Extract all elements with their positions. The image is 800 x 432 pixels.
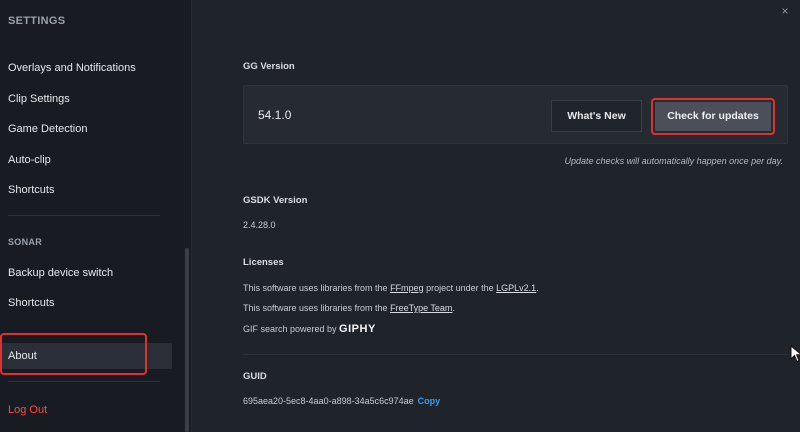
giphy-logo: GIPHY	[339, 323, 376, 335]
license-text: This software uses libraries from the	[243, 303, 391, 313]
update-note: Update checks will automatically happen …	[564, 156, 783, 166]
settings-sidebar: SETTINGS Overlays and Notifications Clip…	[0, 0, 192, 432]
license-text: .	[536, 283, 539, 293]
section-divider	[243, 354, 788, 355]
sidebar-item-game-detection[interactable]: Game Detection	[0, 116, 172, 142]
sidebar-item-backup-device-switch[interactable]: Backup device switch	[0, 260, 172, 286]
ffmpeg-link[interactable]: FFmpeg	[390, 283, 424, 293]
sidebar-item-about[interactable]: About	[0, 343, 172, 369]
lgpl-link[interactable]: LGPLv2.1	[496, 283, 536, 293]
sidebar-item-auto-clip[interactable]: Auto-clip	[0, 147, 172, 173]
sidebar-divider	[8, 381, 160, 382]
sidebar-item-sonar-shortcuts[interactable]: Shortcuts	[0, 290, 172, 316]
check-updates-highlight: Check for updates	[651, 98, 775, 135]
gg-version-card: 54.1.0 What's New Check for updates	[243, 85, 788, 144]
license-line-ffmpeg: This software uses libraries from the FF…	[243, 283, 539, 293]
gsdk-version-title: GSDK Version	[243, 195, 308, 206]
sidebar-scroll-area: SETTINGS Overlays and Notifications Clip…	[0, 0, 182, 432]
logout-button[interactable]: Log Out	[0, 397, 172, 423]
license-line-giphy: GIF search powered by GIPHY	[243, 323, 376, 335]
freetype-link[interactable]: FreeType Team	[390, 303, 452, 313]
close-icon[interactable]: ×	[778, 4, 792, 18]
sidebar-scrollbar-thumb[interactable]	[185, 248, 189, 432]
license-text: .	[452, 303, 455, 313]
license-text: This software uses libraries from the	[243, 283, 391, 293]
sonar-header: SONAR	[8, 237, 43, 247]
guid-title: GUID	[243, 371, 267, 382]
guid-value: 695aea20-5ec8-4aa0-a898-34a5c6c974ae	[243, 396, 414, 406]
sidebar-item-clip-settings[interactable]: Clip Settings	[0, 86, 172, 112]
license-line-freetype: This software uses libraries from the Fr…	[243, 303, 455, 313]
guid-row: 695aea20-5ec8-4aa0-a898-34a5c6c974ae Copy	[243, 396, 440, 406]
license-text: GIF search powered by	[243, 324, 340, 334]
gg-version-number: 54.1.0	[258, 108, 292, 122]
sidebar-item-shortcuts[interactable]: Shortcuts	[0, 177, 172, 203]
mouse-cursor-icon	[790, 345, 800, 363]
about-panel: × GG Version 54.1.0 What's New Check for…	[193, 0, 800, 432]
sidebar-divider	[8, 215, 160, 216]
copy-guid-button[interactable]: Copy	[418, 396, 441, 406]
sidebar-item-overlays[interactable]: Overlays and Notifications	[0, 55, 172, 81]
settings-header: SETTINGS	[8, 15, 66, 27]
gg-version-title: GG Version	[243, 61, 295, 72]
check-for-updates-button[interactable]: Check for updates	[655, 102, 771, 131]
gsdk-version-number: 2.4.28.0	[243, 220, 276, 230]
whats-new-button[interactable]: What's New	[551, 100, 642, 132]
licenses-title: Licenses	[243, 257, 284, 268]
license-text: project under the	[423, 283, 497, 293]
